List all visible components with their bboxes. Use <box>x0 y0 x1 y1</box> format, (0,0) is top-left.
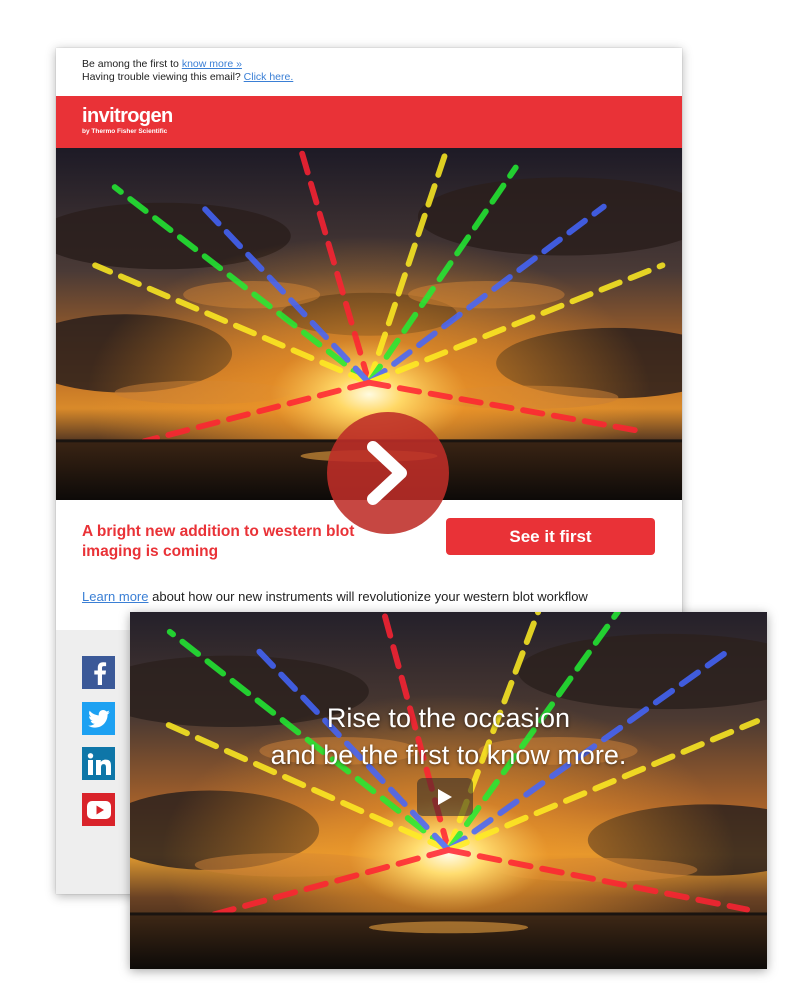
preheader-text-2: Having trouble viewing this email? <box>82 71 241 83</box>
email-preheader: Be among the first to know more » Having… <box>82 58 293 84</box>
chevron-right-icon <box>367 441 407 505</box>
play-triangle-icon <box>438 789 452 805</box>
play-icon[interactable] <box>417 778 473 816</box>
click-here-link[interactable]: Click here. <box>244 71 294 83</box>
brand-header: invitrogen by Thermo Fisher Scientific <box>56 96 682 148</box>
facebook-icon[interactable] <box>82 656 115 689</box>
video-caption-line-2: and be the first to know more. <box>270 740 627 770</box>
play-chevron-icon[interactable] <box>327 412 449 534</box>
learn-more-link[interactable]: Learn more <box>82 589 148 604</box>
video-caption: Rise to the occasion and be the first to… <box>130 700 767 774</box>
twitter-bird-icon <box>87 709 110 728</box>
logo-tagline: by Thermo Fisher Scientific <box>82 128 168 135</box>
youtube-icon[interactable] <box>82 793 115 826</box>
youtube-glyph-icon <box>86 800 111 819</box>
learn-more-text: about how our new instruments will revol… <box>152 589 588 604</box>
linkedin-glyph-icon <box>87 752 111 775</box>
twitter-icon[interactable] <box>82 702 115 735</box>
learn-more-line: Learn more about how our new instruments… <box>82 589 588 604</box>
know-more-link[interactable]: know more » <box>182 58 242 70</box>
see-it-first-button[interactable]: See it first <box>446 518 655 555</box>
preheader-text-1: Be among the first to <box>82 58 179 70</box>
facebook-glyph-icon <box>93 661 106 685</box>
video-caption-line-1: Rise to the occasion <box>326 703 571 733</box>
headline: A bright new addition to western blot im… <box>82 523 355 560</box>
logo-wordmark: invitrogen <box>82 105 173 127</box>
video-player[interactable]: Rise to the occasion and be the first to… <box>130 612 767 969</box>
linkedin-icon[interactable] <box>82 747 115 780</box>
invitrogen-logo: invitrogen by Thermo Fisher Scientific <box>82 105 173 136</box>
